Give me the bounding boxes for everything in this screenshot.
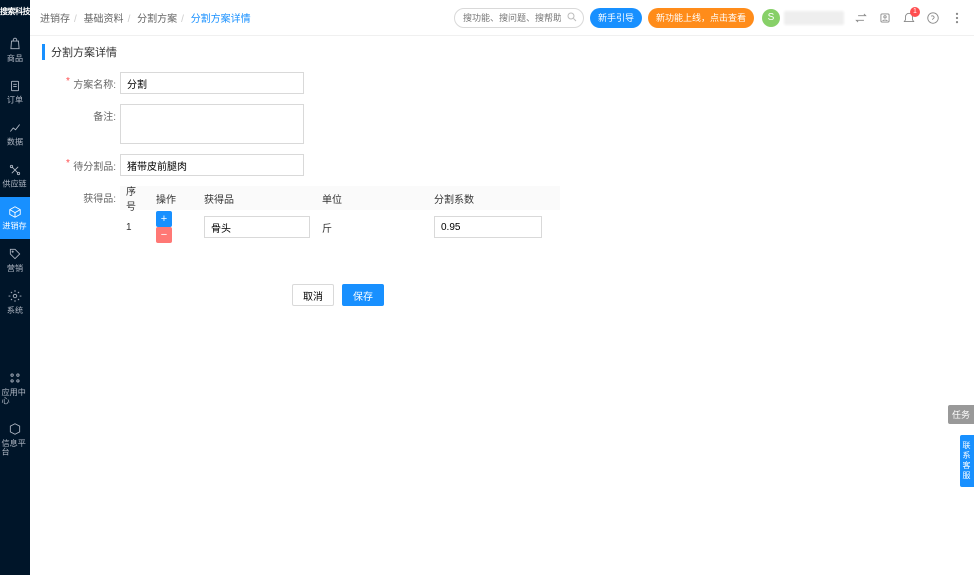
org-icon[interactable] xyxy=(878,11,892,25)
th-item: 获得品 xyxy=(198,191,316,206)
sidebar-item-label: 系统 xyxy=(7,306,23,314)
help-icon[interactable] xyxy=(926,11,940,25)
row-no: 1 xyxy=(120,222,150,233)
sidebar-item-label: 营销 xyxy=(7,264,23,272)
sidebar-item-infoplatform[interactable]: 信息平台 xyxy=(0,414,30,465)
gear-icon xyxy=(8,289,22,303)
topbar: 进销存/ 基础资料/ 分割方案/ 分割方案详情 新手引导 新功能上线，点击查看 … xyxy=(30,0,974,36)
sidebar-item-system[interactable]: 系统 xyxy=(0,281,30,323)
breadcrumb-item[interactable]: 基础资料 xyxy=(84,14,124,25)
sidebar-item-data[interactable]: 数据 xyxy=(0,113,30,155)
contact-float-button[interactable]: 联系客服 xyxy=(960,435,974,487)
search-box xyxy=(454,8,584,28)
row-delete-button[interactable]: − xyxy=(156,227,172,243)
link-icon xyxy=(8,163,22,177)
breadcrumb-current: 分割方案详情 xyxy=(191,14,251,25)
th-no: 序号 xyxy=(120,183,150,213)
breadcrumb-item[interactable]: 分割方案 xyxy=(137,14,177,25)
save-button[interactable]: 保存 xyxy=(342,284,384,306)
cancel-button[interactable]: 取消 xyxy=(292,284,334,306)
new-feature-button[interactable]: 新功能上线，点击查看 xyxy=(648,8,754,28)
page-title: 分割方案详情 xyxy=(42,44,962,60)
source-item-label: 待分割品: xyxy=(68,154,116,173)
guide-button[interactable]: 新手引导 xyxy=(590,8,642,28)
sidebar-item-supply[interactable]: 供应链 xyxy=(0,155,30,197)
plan-name-label: 方案名称: xyxy=(68,72,116,91)
remark-label: 备注: xyxy=(68,104,116,123)
task-float-button[interactable]: 任务 xyxy=(948,405,974,424)
sidebar-item-order[interactable]: 订单 xyxy=(0,71,30,113)
apps-icon xyxy=(8,371,22,385)
sidebar-item-label: 信息平台 xyxy=(2,440,29,456)
brand-logo: 搜索科技 xyxy=(0,6,30,17)
table-header: 序号 操作 获得品 单位 分割系数 xyxy=(120,186,560,210)
more-icon[interactable] xyxy=(950,11,964,25)
sidebar-item-label: 供应链 xyxy=(3,180,27,188)
breadcrumb: 进销存/ 基础资料/ 分割方案/ 分割方案详情 xyxy=(40,10,251,25)
sidebar-item-product[interactable]: 商品 xyxy=(0,29,30,71)
bag-icon xyxy=(8,37,22,51)
sidebar: 搜索科技 商品 订单 数据 供应链 进销存 营销 系统 xyxy=(0,0,30,575)
chart-icon xyxy=(8,121,22,135)
row-unit: 斤 xyxy=(316,220,428,235)
plan-name-input[interactable] xyxy=(120,72,304,94)
box-icon xyxy=(8,205,22,219)
sidebar-item-label: 数据 xyxy=(7,138,23,146)
sidebar-item-label: 订单 xyxy=(7,96,23,104)
th-unit: 单位 xyxy=(316,191,428,206)
username-blurred xyxy=(784,11,844,25)
avatar[interactable]: S xyxy=(762,9,780,27)
cube-icon xyxy=(8,422,22,436)
table-row: 1 + − 斤 xyxy=(120,210,560,244)
row-coef-input[interactable] xyxy=(434,216,542,238)
row-add-button[interactable]: + xyxy=(156,211,172,227)
tag-icon xyxy=(8,247,22,261)
doc-icon xyxy=(8,79,22,93)
search-input[interactable] xyxy=(454,8,584,28)
sidebar-item-marketing[interactable]: 营销 xyxy=(0,239,30,281)
breadcrumb-item[interactable]: 进销存 xyxy=(40,14,70,25)
th-op: 操作 xyxy=(150,191,198,206)
sidebar-item-label: 进销存 xyxy=(3,222,27,230)
row-item-input[interactable] xyxy=(204,216,310,238)
swap-icon[interactable] xyxy=(854,11,868,25)
notification-icon[interactable]: 1 xyxy=(902,11,916,25)
th-coef: 分割系数 xyxy=(428,191,548,206)
search-icon[interactable] xyxy=(566,11,578,23)
sidebar-item-label: 商品 xyxy=(7,54,23,62)
result-item-label: 获得品: xyxy=(68,186,116,205)
sidebar-item-label: 应用中心 xyxy=(2,389,29,405)
notification-badge: 1 xyxy=(910,7,920,17)
sidebar-item-appcenter[interactable]: 应用中心 xyxy=(0,363,30,414)
sidebar-item-inventory[interactable]: 进销存 xyxy=(0,197,30,239)
remark-textarea[interactable] xyxy=(120,104,304,144)
source-item-input[interactable] xyxy=(120,154,304,176)
